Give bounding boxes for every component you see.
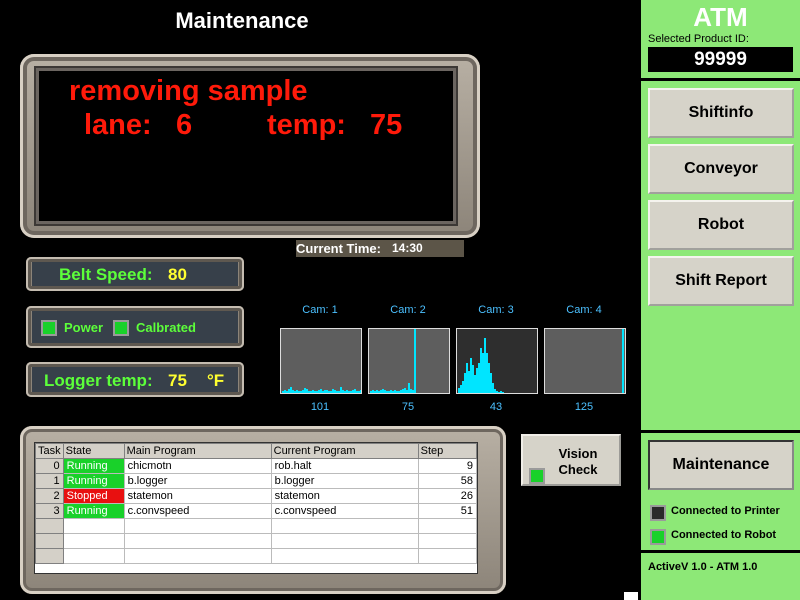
belt-speed-value: 80 — [168, 265, 187, 284]
conveyor-button[interactable]: Conveyor — [648, 144, 794, 194]
sidebar-title: ATM — [693, 2, 748, 32]
cam-1-value: 101 — [310, 401, 330, 413]
page-title: Maintenance — [175, 8, 309, 33]
histogram-bar — [414, 329, 416, 393]
current-program: c.convspeed — [270, 503, 419, 519]
printer-status-label: Connected to Printer — [671, 505, 780, 517]
logger-temp-label: Logger temp: — [44, 371, 153, 390]
col-current-program-header[interactable]: Current Program — [270, 443, 419, 459]
table-row-empty — [35, 548, 477, 564]
table-row[interactable]: 3 Running c.convspeed c.convspeed 51 — [35, 503, 477, 519]
status-indicators-panel: Power Calbrated — [26, 306, 244, 348]
main-program: c.convspeed — [123, 503, 272, 519]
robot-status-led-icon — [650, 529, 666, 545]
task-state: Running — [62, 473, 125, 489]
table-row-empty — [35, 518, 477, 534]
product-id-field[interactable]: 99999 — [648, 47, 793, 72]
task-step: 58 — [417, 473, 477, 489]
task-number: 0 — [35, 458, 64, 474]
table-row[interactable]: 0 Running chicmotn rob.halt 9 — [35, 458, 477, 474]
shift-report-button[interactable]: Shift Report — [648, 256, 794, 306]
cam-3-value: 43 — [489, 401, 503, 413]
cam-3-label: Cam: 3 — [478, 304, 514, 316]
version-label: ActiveV 1.0 - ATM 1.0 — [648, 561, 758, 573]
cam-4-histogram — [544, 328, 626, 394]
cam-2-histogram — [368, 328, 450, 394]
cam-2-label: Cam: 2 — [390, 304, 426, 316]
col-task-header[interactable]: Task — [35, 443, 64, 459]
display-temp-value: 75 — [370, 109, 403, 141]
display-lane-label: lane: — [84, 109, 152, 141]
task-state: Running — [62, 458, 125, 474]
task-state: Running — [62, 503, 125, 519]
current-program: rob.halt — [270, 458, 419, 474]
belt-speed-label: Belt Speed: — [59, 265, 153, 284]
calibrated-label: Calbrated — [136, 320, 196, 335]
current-program: b.logger — [270, 473, 419, 489]
power-led-icon — [41, 320, 57, 336]
histogram-bar — [502, 392, 504, 393]
current-time-bar: Current Time: 14:30 — [296, 240, 464, 257]
table-row[interactable]: 2 Stopped statemon statemon 26 — [35, 488, 477, 504]
vision-check-led-icon — [529, 468, 545, 484]
corner-handle — [624, 592, 638, 600]
cam-3-histogram — [456, 328, 538, 394]
calibrated-led-icon — [113, 320, 129, 336]
task-number: 3 — [35, 503, 64, 519]
task-state: Stopped — [62, 488, 125, 504]
product-id-label: Selected Product ID: — [648, 33, 749, 45]
cam-1-label: Cam: 1 — [302, 304, 338, 316]
current-time-value: 14:30 — [392, 241, 423, 255]
vision-check-label: Vision Check — [558, 446, 598, 477]
task-number: 1 — [35, 473, 64, 489]
sidebar: ATM Selected Product ID: 99999 Shiftinfo… — [641, 0, 800, 600]
col-main-program-header[interactable]: Main Program — [123, 443, 272, 459]
robot-status-label: Connected to Robot — [671, 529, 777, 541]
histogram-bar — [622, 329, 624, 393]
divider — [641, 78, 800, 81]
cam-2-value: 75 — [401, 401, 415, 413]
display-temp-label: temp: — [267, 109, 346, 141]
divider — [641, 430, 800, 433]
cam-4-value: 125 — [574, 401, 594, 413]
current-program: statemon — [270, 488, 419, 504]
task-step: 26 — [417, 488, 477, 504]
col-state-header[interactable]: State — [62, 443, 125, 459]
col-step-header[interactable]: Step — [417, 443, 477, 459]
current-time-label: Current Time: — [296, 241, 381, 256]
main-program: b.logger — [123, 473, 272, 489]
display-lane-value: 6 — [176, 109, 193, 141]
power-label: Power — [64, 320, 104, 335]
histogram-bar — [360, 390, 361, 393]
display-message: removing sample — [69, 75, 308, 107]
table-row[interactable]: 1 Running b.logger b.logger 58 — [35, 473, 477, 489]
logger-temp-panel: Logger temp: 75 °F — [26, 362, 244, 397]
main-program: statemon — [123, 488, 272, 504]
task-step: 51 — [417, 503, 477, 519]
task-step: 9 — [417, 458, 477, 474]
logger-temp-value: 75 — [168, 371, 187, 390]
task-number: 2 — [35, 488, 64, 504]
cam-1-histogram — [280, 328, 362, 394]
main-program: chicmotn — [123, 458, 272, 474]
shiftinfo-button[interactable]: Shiftinfo — [648, 88, 794, 138]
printer-status-led-icon — [650, 505, 666, 521]
task-table[interactable]: Task State Main Program Current Program … — [34, 442, 478, 574]
maintenance-button[interactable]: Maintenance — [648, 440, 794, 490]
logger-temp-unit: °F — [207, 371, 225, 390]
divider — [641, 550, 800, 553]
vision-check-button[interactable]: Vision Check — [521, 434, 621, 486]
message-display: removing sample lane: 6 temp: 75 — [36, 68, 456, 224]
cam-4-label: Cam: 4 — [566, 304, 602, 316]
belt-speed-panel: Belt Speed: 80 — [26, 257, 244, 291]
robot-button[interactable]: Robot — [648, 200, 794, 250]
table-row-empty — [35, 533, 477, 549]
